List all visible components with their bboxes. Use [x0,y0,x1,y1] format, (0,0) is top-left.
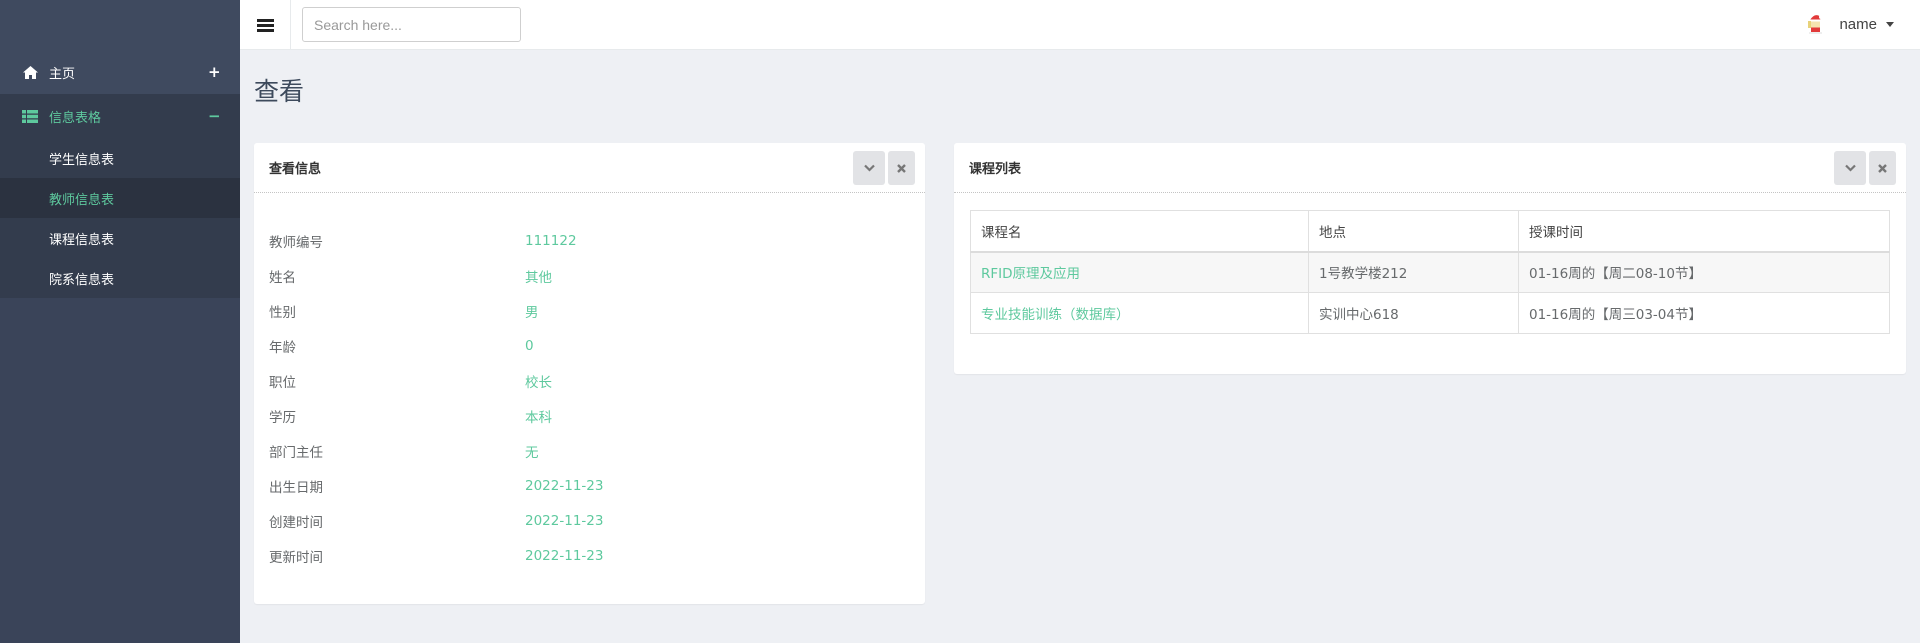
close-panel-button[interactable] [1869,151,1896,185]
column-header-location[interactable]: 地点 [1308,210,1519,253]
chevron-down-icon [863,164,875,172]
chevron-down-icon [1844,164,1856,172]
info-row: 部门主任 无 [254,433,925,468]
info-label: 职位 [269,374,296,391]
info-value: 2022-11-23 [525,547,604,564]
table-row: RFID原理及应用 1号教学楼212 01-16周的【周二08-10节】 [970,251,1890,293]
info-row: 姓名 其他 [254,258,925,293]
info-row: 性别 男 [254,293,925,328]
close-icon [1878,163,1887,173]
avatar [1803,12,1827,36]
sidebar-item-info-tables[interactable]: 信息表格 − 学生信息表 教师信息表 课程信息表 院系信息表 [0,94,240,298]
info-value: 其他 [525,269,552,286]
sidebar: 主页 + 信息表格 − 学生信息表 教师信息表 课程信息表 院系信息表 [0,0,240,643]
info-row: 创建时间 2022-11-23 [254,503,925,538]
info-label: 更新时间 [269,549,323,566]
info-panel: 查看信息 教师编号 111122 姓名 其他性别 男年龄 0 职位 校长学历 本科部门主任 无出生… [254,143,925,604]
caret-down-icon [1886,21,1894,27]
sidebar-subitem-department-table[interactable]: 院系信息表 [0,258,240,298]
user-name: name [1839,15,1877,33]
home-icon [20,65,40,79]
sidebar-header [0,0,240,50]
course-location: 实训中心618 [1308,292,1519,334]
sidebar-item-home[interactable]: 主页 + [0,50,240,94]
info-label: 教师编号 [269,234,323,251]
search-input[interactable] [302,7,521,42]
column-header-course-name[interactable]: 课程名 [970,210,1309,253]
table-row: 专业技能训练（数据库） 实训中心618 01-16周的【周三03-04节】 [970,292,1890,334]
info-value: 2022-11-23 [525,477,604,494]
info-label: 年龄 [269,339,296,356]
sidebar-link-info-tables[interactable]: 信息表格 − [0,94,240,138]
info-panel-title: 查看信息 [269,162,322,177]
sidebar-subitem-student-table[interactable]: 学生信息表 [0,138,240,178]
sidebar-item-label: 信息表格 [49,110,102,126]
close-panel-button[interactable] [888,151,915,185]
info-label: 学历 [269,409,296,426]
panel-tools [853,151,915,185]
table-header-row: 课程名 地点 授课时间 [970,210,1890,253]
sidebar-subitem-teacher-table[interactable]: 教师信息表 [0,178,240,218]
info-label: 出生日期 [269,479,323,496]
course-table: 课程名 地点 授课时间 RFID原理及应用 1号教学楼212 01-16周的【周二0… [970,210,1890,334]
course-time: 01-16周的【周三03-04节】 [1518,292,1890,334]
info-label: 性别 [269,304,296,321]
course-name-link[interactable]: 专业技能训练（数据库） [970,292,1309,334]
info-value: 无 [525,444,539,461]
sidebar-link-home[interactable]: 主页 + [0,50,240,94]
info-row: 职位 校长 [254,363,925,398]
sidebar-nav: 主页 + 信息表格 − 学生信息表 教师信息表 课程信息表 院系信息表 [0,50,240,298]
info-value: 本科 [525,409,552,426]
user-menu[interactable]: name [1803,0,1894,48]
info-label: 姓名 [269,269,296,286]
info-value: 2022-11-23 [525,512,604,529]
info-label: 部门主任 [269,444,323,461]
hamburger-icon [256,17,274,34]
collapse-icon[interactable]: − [208,107,221,125]
close-icon [897,163,906,173]
sidebar-item-label: 主页 [49,66,76,82]
info-panel-header: 查看信息 [254,143,925,193]
info-row: 教师编号 111122 [254,223,925,258]
course-location: 1号教学楼212 [1308,251,1519,293]
info-value: 111122 [525,232,577,249]
info-value: 0 [525,337,534,354]
course-panel-header: 课程列表 [954,143,1906,193]
collapse-panel-button[interactable] [1834,151,1866,185]
course-panel-title: 课程列表 [969,162,1022,177]
sidebar-subitem-course-table[interactable]: 课程信息表 [0,218,240,258]
course-panel: 课程列表 课程名 地点 授课时间 RFID原理及应用 1号教学楼212 01-16周… [954,143,1906,374]
info-row: 学历 本科 [254,398,925,433]
info-value: 男 [525,304,539,321]
course-time: 01-16周的【周二08-10节】 [1518,251,1890,293]
panel-tools [1834,151,1896,185]
menu-toggle-button[interactable] [240,0,291,50]
info-label: 创建时间 [269,514,323,531]
page-title: 查看 [254,77,305,106]
info-value: 校长 [525,374,552,391]
collapse-panel-button[interactable] [853,151,885,185]
info-list: 教师编号 111122 姓名 其他性别 男年龄 0 职位 校长学历 本科部门主任 无出生日期 202… [254,193,925,573]
table-list-icon [20,109,40,123]
column-header-time[interactable]: 授课时间 [1518,210,1890,253]
course-name-link[interactable]: RFID原理及应用 [970,251,1309,293]
sidebar-subnav: 学生信息表 教师信息表 课程信息表 院系信息表 [0,138,240,298]
info-row: 更新时间 2022-11-23 [254,538,925,573]
topbar: name [240,0,1920,50]
info-row: 出生日期 2022-11-23 [254,468,925,503]
info-row: 年龄 0 [254,328,925,363]
expand-icon[interactable]: + [208,63,221,81]
